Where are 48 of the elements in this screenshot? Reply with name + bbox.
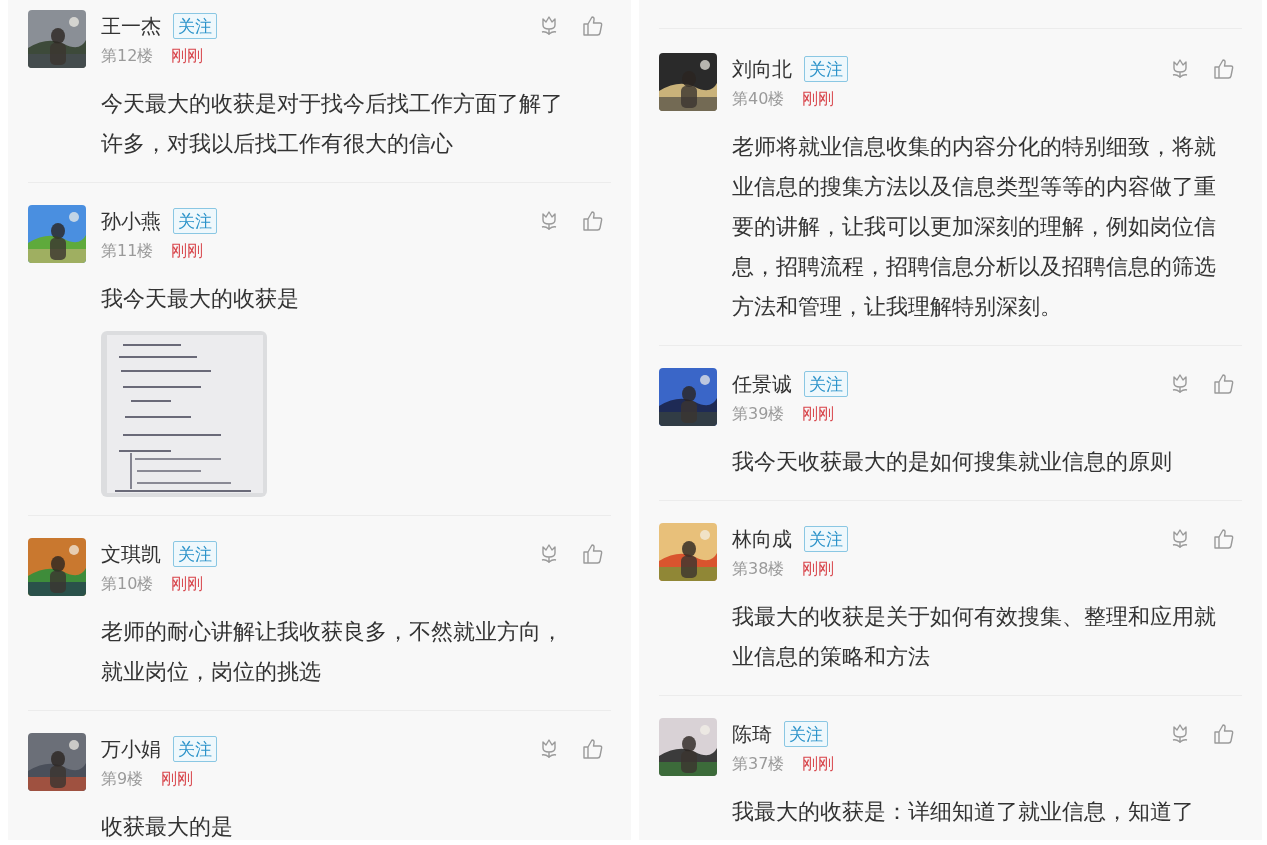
floor-number: 第9楼 bbox=[101, 769, 144, 790]
follow-button[interactable]: 关注 bbox=[173, 736, 217, 762]
thumbs-up-icon[interactable] bbox=[581, 542, 605, 566]
comment-text: 我今天收获最大的是如何搜集就业信息的原则 bbox=[732, 448, 1173, 476]
user-name: 任景诚 bbox=[732, 370, 792, 398]
comment-text: 我今天最大的收获是 bbox=[101, 285, 300, 313]
floor-number: 第12楼 bbox=[101, 46, 154, 67]
follow-button[interactable]: 关注 bbox=[784, 721, 828, 747]
timestamp: 刚刚 bbox=[802, 754, 835, 775]
user-name: 文琪凯 bbox=[101, 540, 161, 568]
follow-button[interactable]: 关注 bbox=[173, 541, 217, 567]
thumbs-up-icon[interactable] bbox=[581, 737, 605, 761]
thumbs-up-icon[interactable] bbox=[1212, 372, 1236, 396]
comment-text: 老师的耐心讲解让我收获良多，不然就业方向，就业岗位，岗位的挑选 bbox=[101, 618, 564, 686]
user-name: 王一杰 bbox=[101, 12, 161, 40]
floor-number: 第10楼 bbox=[101, 574, 154, 595]
timestamp: 刚刚 bbox=[802, 89, 835, 110]
comment-text: 老师将就业信息收集的内容分化的特别细致，将就业信息的搜集方法以及信息类型等等的内容做了重要的讲解，让我可以更加深刻的理解，例如岗位信息，招聘流程，招聘信息分析以及招聘信息的筛选方法和管理，让我理解特别深刻。 bbox=[732, 133, 1217, 321]
floor-number: 第37楼 bbox=[732, 754, 785, 775]
follow-button[interactable]: 关注 bbox=[173, 13, 217, 39]
comment-text: 今天最大的收获是对于找今后找工作方面了解了许多，对我以后找工作有很大的信心 bbox=[101, 90, 564, 158]
timestamp: 刚刚 bbox=[171, 574, 204, 595]
floor-number: 第38楼 bbox=[732, 559, 785, 580]
thumbs-up-icon[interactable] bbox=[1212, 527, 1236, 551]
timestamp: 刚刚 bbox=[171, 241, 204, 262]
timestamp: 刚刚 bbox=[171, 46, 204, 67]
floor-number: 第39楼 bbox=[732, 404, 785, 425]
user-name: 陈琦 bbox=[732, 720, 772, 748]
user-name: 万小娟 bbox=[101, 735, 161, 763]
follow-button[interactable]: 关注 bbox=[804, 56, 848, 82]
thumbs-up-icon[interactable] bbox=[581, 209, 605, 233]
floor-number: 第11楼 bbox=[101, 241, 154, 262]
user-name: 刘向北 bbox=[732, 55, 792, 83]
user-name: 林向成 bbox=[732, 525, 792, 553]
comment-text: 我最大的收获是：详细知道了就业信息，知道了 bbox=[732, 798, 1195, 826]
follow-button[interactable]: 关注 bbox=[804, 526, 848, 552]
follow-button[interactable]: 关注 bbox=[804, 371, 848, 397]
thumbs-up-icon[interactable] bbox=[581, 14, 605, 38]
thumbs-up-icon[interactable] bbox=[1212, 57, 1236, 81]
comment-text: 我最大的收获是关于如何有效搜集、整理和应用就业信息的策略和方法 bbox=[732, 603, 1217, 671]
thumbs-up-icon[interactable] bbox=[1212, 722, 1236, 746]
timestamp: 刚刚 bbox=[802, 559, 835, 580]
follow-button[interactable]: 关注 bbox=[173, 208, 217, 234]
user-name: 孙小燕 bbox=[101, 207, 161, 235]
timestamp: 刚刚 bbox=[802, 404, 835, 425]
timestamp: 刚刚 bbox=[161, 769, 194, 790]
comment-text: 收获最大的是 bbox=[101, 813, 234, 840]
floor-number: 第40楼 bbox=[732, 89, 785, 110]
